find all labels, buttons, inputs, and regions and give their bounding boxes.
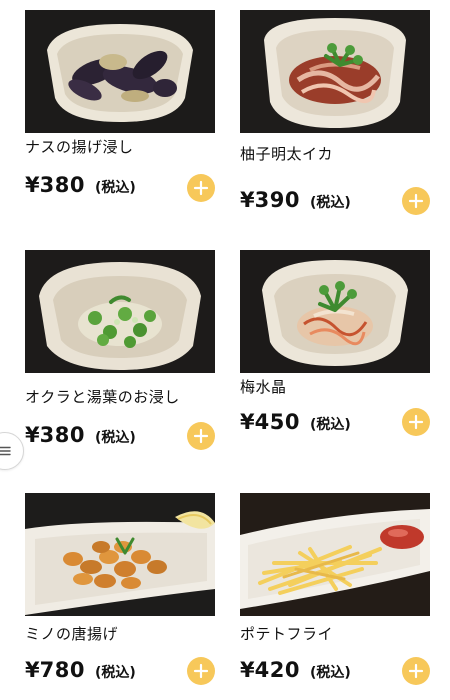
menu-item-price: ¥380 (税込)	[25, 423, 136, 447]
hamburger-menu-icon	[0, 446, 11, 456]
menu-item-name: ナスの揚げ浸し	[25, 138, 134, 156]
add-to-cart-button[interactable]	[402, 657, 430, 685]
price-value: 450	[254, 410, 300, 434]
plus-icon	[193, 663, 209, 679]
plus-icon	[408, 414, 424, 430]
tax-included-label: (税込)	[309, 417, 351, 433]
menu-item-price: ¥390 (税込)	[240, 188, 351, 212]
menu-item-price: ¥780 (税込)	[25, 658, 136, 682]
okra-dish-photo[interactable]	[25, 250, 215, 373]
side-menu-button[interactable]	[0, 432, 24, 470]
yen-sign: ¥	[240, 410, 255, 434]
menu-item-name: 梅水晶	[240, 378, 287, 396]
add-to-cart-button[interactable]	[187, 174, 215, 202]
tax-included-label: (税込)	[309, 195, 351, 211]
price-value: 420	[254, 658, 300, 682]
menu-card[interactable]: ミノの唐揚げ ¥780 (税込)	[25, 493, 215, 685]
tax-included-label: (税込)	[309, 665, 351, 681]
menu-item-name: 柚子明太イカ	[240, 145, 334, 163]
menu-card[interactable]: 梅水晶 ¥450 (税込)	[240, 250, 430, 436]
menu-card[interactable]: ポテトフライ ¥420 (税込)	[240, 493, 430, 685]
tax-included-label: (税込)	[94, 665, 136, 681]
add-to-cart-button[interactable]	[402, 408, 430, 436]
price-value: 780	[39, 658, 85, 682]
menu-item-price: ¥450 (税込)	[240, 410, 351, 434]
menu-item-price: ¥420 (税込)	[240, 658, 351, 682]
price-value: 380	[39, 423, 85, 447]
menu-card[interactable]: ナスの揚げ浸し ¥380 (税込)	[25, 10, 215, 202]
yen-sign: ¥	[25, 658, 40, 682]
fried-tripe-dish-photo[interactable]	[25, 493, 215, 616]
add-to-cart-button[interactable]	[187, 422, 215, 450]
squid-dish-photo[interactable]	[240, 10, 430, 133]
plus-icon	[193, 428, 209, 444]
menu-item-name: オクラと湯葉のお浸し	[25, 388, 180, 406]
plus-icon	[408, 193, 424, 209]
yen-sign: ¥	[25, 173, 40, 197]
yen-sign: ¥	[240, 188, 255, 212]
menu-item-name: ポテトフライ	[240, 625, 334, 643]
eggplant-dish-photo[interactable]	[25, 10, 215, 133]
plus-icon	[193, 180, 209, 196]
menu-item-price: ¥380 (税込)	[25, 173, 136, 197]
yen-sign: ¥	[25, 423, 40, 447]
menu-item-name: ミノの唐揚げ	[25, 625, 119, 643]
price-value: 390	[254, 188, 300, 212]
price-value: 380	[39, 173, 85, 197]
add-to-cart-button[interactable]	[402, 187, 430, 215]
tax-included-label: (税込)	[94, 430, 136, 446]
menu-card[interactable]: 柚子明太イカ ¥390 (税込)	[240, 10, 430, 215]
plus-icon	[408, 663, 424, 679]
menu-card[interactable]: オクラと湯葉のお浸し ¥380 (税込)	[25, 250, 215, 450]
yen-sign: ¥	[240, 658, 255, 682]
tax-included-label: (税込)	[94, 180, 136, 196]
french-fries-dish-photo[interactable]	[240, 493, 430, 616]
add-to-cart-button[interactable]	[187, 657, 215, 685]
ume-suisho-dish-photo[interactable]	[240, 250, 430, 373]
